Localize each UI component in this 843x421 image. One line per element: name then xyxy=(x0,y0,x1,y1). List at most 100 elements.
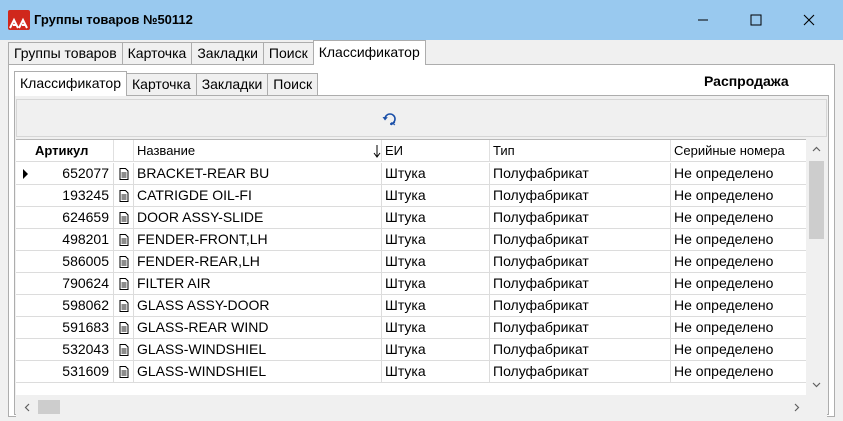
table-row[interactable]: 652077 BRACKET-REAR BU Штука Полуфабрикат Не… xyxy=(16,163,806,185)
column-header-serial[interactable]: Серийные номера xyxy=(671,140,806,162)
cell-article[interactable]: 531609 xyxy=(32,361,114,383)
cell-serial[interactable]: Не определено xyxy=(671,339,806,361)
cell-doc[interactable] xyxy=(114,251,134,273)
table-row[interactable]: 624659 DOOR ASSY-SLIDE Штука Полуфабрикат Не… xyxy=(16,207,806,229)
cell-serial[interactable]: Не определено xyxy=(671,163,806,185)
cell-unit[interactable]: Штука xyxy=(382,295,490,317)
cell-name[interactable]: DOOR ASSY-SLIDE xyxy=(134,207,382,229)
table-row[interactable]: 498201 FENDER-FRONT,LH Штука Полуфабрикат Не… xyxy=(16,229,806,251)
cell-type[interactable]: Полуфабрикат xyxy=(490,273,671,295)
tab-search[interactable]: Поиск xyxy=(262,42,314,64)
cell-unit[interactable]: Штука xyxy=(382,339,490,361)
cell-type[interactable]: Полуфабрикат xyxy=(490,317,671,339)
inner-tab-search[interactable]: Поиск xyxy=(267,73,319,95)
scroll-down-button[interactable] xyxy=(806,375,827,395)
inner-tab-bookmarks[interactable]: Закладки xyxy=(195,73,269,95)
cell-serial[interactable]: Не определено xyxy=(671,207,806,229)
scroll-up-button[interactable] xyxy=(806,139,827,159)
cell-unit[interactable]: Штука xyxy=(382,163,490,185)
cell-doc[interactable] xyxy=(114,295,134,317)
cell-doc[interactable] xyxy=(114,185,134,207)
cell-article[interactable]: 193245 xyxy=(32,185,114,207)
cell-article[interactable]: 586005 xyxy=(32,251,114,273)
inner-tab-card[interactable]: Карточка xyxy=(126,73,197,95)
table-row[interactable]: 586005 FENDER-REAR,LH Штука Полуфабрикат Не … xyxy=(16,251,806,273)
table-row[interactable]: 193245 CATRIGDE OIL-FI Штука Полуфабрикат Не… xyxy=(16,185,806,207)
products-grid[interactable]: Артикул Название ЕИ Тип Серийные номера … xyxy=(16,139,827,395)
column-header-unit[interactable]: ЕИ xyxy=(382,140,490,162)
column-header-type[interactable]: Тип xyxy=(490,140,671,162)
tab-bookmarks[interactable]: Закладки xyxy=(191,42,264,64)
cell-serial[interactable]: Не определено xyxy=(671,185,806,207)
vertical-scroll-thumb[interactable] xyxy=(809,161,824,239)
tab-card[interactable]: Карточка xyxy=(121,42,193,64)
cell-article[interactable]: 598062 xyxy=(32,295,114,317)
cell-doc[interactable] xyxy=(114,207,134,229)
cell-unit[interactable]: Штука xyxy=(382,185,490,207)
cell-doc[interactable] xyxy=(114,229,134,251)
cell-doc[interactable] xyxy=(114,273,134,295)
cell-serial[interactable]: Не определено xyxy=(671,361,806,383)
cell-type[interactable]: Полуфабрикат xyxy=(490,361,671,383)
tab-classifier[interactable]: Классификатор xyxy=(312,40,426,65)
cell-doc[interactable] xyxy=(114,317,134,339)
cell-article[interactable]: 652077 xyxy=(32,163,114,185)
cell-type[interactable]: Полуфабрикат xyxy=(490,207,671,229)
cell-serial[interactable]: Не определено xyxy=(671,295,806,317)
horizontal-scroll-thumb[interactable] xyxy=(38,400,60,414)
cell-article[interactable]: 591683 xyxy=(32,317,114,339)
cell-type[interactable]: Полуфабрикат xyxy=(490,229,671,251)
grid-header: Артикул Название ЕИ Тип Серийные номера xyxy=(16,140,806,162)
inner-tab-classifier[interactable]: Классификатор xyxy=(14,71,128,96)
cell-unit[interactable]: Штука xyxy=(382,229,490,251)
cell-unit[interactable]: Штука xyxy=(382,273,490,295)
cell-unit[interactable]: Штука xyxy=(382,207,490,229)
refresh-button[interactable] xyxy=(381,110,399,128)
table-row[interactable]: 790624 FILTER AIR Штука Полуфабрикат Не опре… xyxy=(16,273,806,295)
vertical-scrollbar[interactable] xyxy=(806,139,827,395)
minimize-button[interactable] xyxy=(680,0,726,40)
cell-article[interactable]: 498201 xyxy=(32,229,114,251)
cell-type[interactable]: Полуфабрикат xyxy=(490,251,671,273)
cell-name[interactable]: BRACKET-REAR BU xyxy=(134,163,382,185)
table-row[interactable]: 591683 GLASS-REAR WIND Штука Полуфабрикат Не… xyxy=(16,317,806,339)
close-button[interactable] xyxy=(786,0,832,40)
table-row[interactable]: 598062 GLASS ASSY-DOOR Штука Полуфабрикат Не… xyxy=(16,295,806,317)
cell-unit[interactable]: Штука xyxy=(382,251,490,273)
maximize-button[interactable] xyxy=(733,0,779,40)
cell-name[interactable]: GLASS-WINDSHIEL xyxy=(134,339,382,361)
cell-type[interactable]: Полуфабрикат xyxy=(490,163,671,185)
cell-article[interactable]: 624659 xyxy=(32,207,114,229)
cell-article[interactable]: 790624 xyxy=(32,273,114,295)
cell-unit[interactable]: Штука xyxy=(382,317,490,339)
cell-serial[interactable]: Не определено xyxy=(671,251,806,273)
cell-name[interactable]: CATRIGDE OIL-FI xyxy=(134,185,382,207)
table-row[interactable]: 531609 GLASS-WINDSHIEL Штука Полуфабрикат Не… xyxy=(16,361,806,383)
cell-name[interactable]: GLASS ASSY-DOOR xyxy=(134,295,382,317)
cell-serial[interactable]: Не определено xyxy=(671,229,806,251)
cell-article[interactable]: 532043 xyxy=(32,339,114,361)
cell-name[interactable]: FILTER AIR xyxy=(134,273,382,295)
cell-serial[interactable]: Не определено xyxy=(671,273,806,295)
cell-type[interactable]: Полуфабрикат xyxy=(490,339,671,361)
cell-doc[interactable] xyxy=(114,163,134,185)
table-row[interactable]: 532043 GLASS-WINDSHIEL Штука Полуфабрикат Не… xyxy=(16,339,806,361)
cell-name[interactable]: FENDER-REAR,LH xyxy=(134,251,382,273)
chevron-down-icon xyxy=(812,382,821,388)
scroll-left-button[interactable] xyxy=(16,397,37,417)
column-header-name[interactable]: Название xyxy=(134,140,382,162)
column-header-article[interactable]: Артикул xyxy=(32,140,114,162)
cell-serial[interactable]: Не определено xyxy=(671,317,806,339)
cell-name[interactable]: GLASS-WINDSHIEL xyxy=(134,361,382,383)
cell-name[interactable]: FENDER-FRONT,LH xyxy=(134,229,382,251)
scroll-right-button[interactable] xyxy=(786,397,807,417)
cell-name[interactable]: GLASS-REAR WIND xyxy=(134,317,382,339)
tab-product-groups[interactable]: Группы товаров xyxy=(8,42,123,64)
cell-type[interactable]: Полуфабрикат xyxy=(490,185,671,207)
app-logo-icon[interactable] xyxy=(8,10,30,30)
horizontal-scrollbar[interactable] xyxy=(16,397,806,417)
cell-doc[interactable] xyxy=(114,339,134,361)
cell-type[interactable]: Полуфабрикат xyxy=(490,295,671,317)
cell-unit[interactable]: Штука xyxy=(382,361,490,383)
cell-doc[interactable] xyxy=(114,361,134,383)
